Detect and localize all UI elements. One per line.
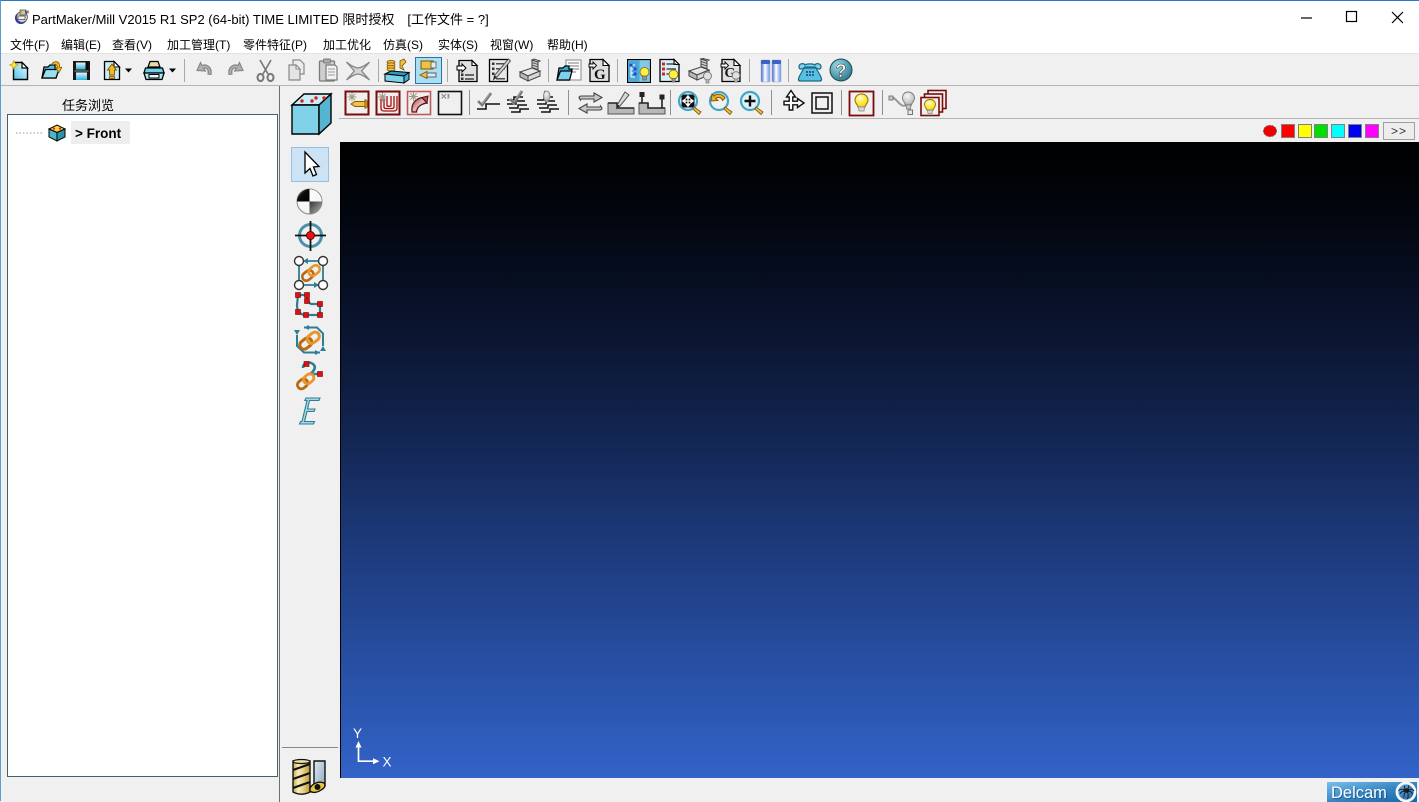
svg-text:Y: Y	[353, 726, 362, 741]
svg-text:M: M	[25, 10, 29, 15]
svg-text:G: G	[594, 67, 606, 83]
svg-text:Delcam: Delcam	[1331, 784, 1387, 802]
svg-text:X: X	[383, 755, 392, 770]
svg-text:?: ?	[836, 61, 847, 81]
svg-text:> Front: > Front	[75, 126, 122, 141]
